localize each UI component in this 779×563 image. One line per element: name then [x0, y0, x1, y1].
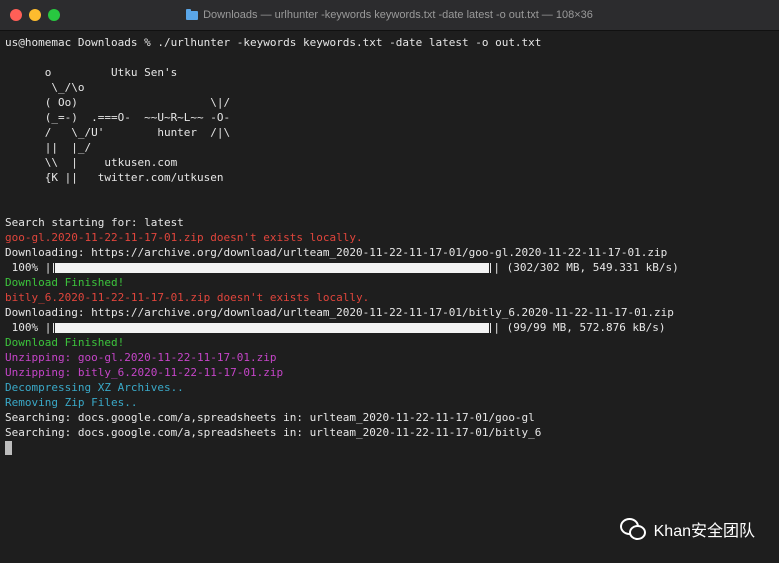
decompressing-line: Decompressing XZ Archives.. — [5, 381, 184, 394]
wechat-bubble-small — [628, 525, 646, 540]
progress-row: 100% | | (99/99 MB, 572.876 kB/s) — [5, 320, 779, 335]
progress-bar — [53, 262, 492, 273]
unzipping-line: Unzipping: bitly_6.2020-11-22-11-17-01.z… — [5, 366, 284, 379]
terminal-output[interactable]: us@homemac Downloads % ./urlhunter -keyw… — [0, 31, 779, 563]
download-finished-line: Download Finished! — [5, 336, 125, 349]
terminal-cursor — [5, 441, 12, 455]
close-button[interactable] — [10, 9, 22, 21]
searching-line: Searching: docs.google.com/a,spreadsheet… — [5, 426, 542, 439]
missing-file-line: goo-gl.2020-11-22-11-17-01.zip doesn't e… — [5, 231, 363, 244]
wechat-icon — [619, 518, 646, 540]
downloading-line: Downloading: https://archive.org/downloa… — [5, 306, 674, 319]
ascii-art-banner: o Utku Sen's \_/\o ( Oo) \|/ (_=-) .===O… — [44, 66, 231, 184]
window-title: Downloads — urlhunter -keywords keywords… — [203, 9, 593, 21]
search-start-line: Search starting for: latest — [5, 216, 184, 229]
minimize-button[interactable] — [29, 9, 41, 21]
progress-row: 100% | | (302/302 MB, 549.331 kB/s) — [5, 260, 779, 275]
progress-stats: | (99/99 MB, 572.876 kB/s) — [493, 321, 666, 334]
zoom-button[interactable] — [48, 9, 60, 21]
watermark-text: Khan安全团队 — [653, 523, 755, 540]
progress-fill — [55, 322, 490, 333]
terminal-window: Downloads — urlhunter -keywords keywords… — [0, 0, 779, 563]
missing-file-line: bitly_6.2020-11-22-11-17-01.zip doesn't … — [5, 291, 370, 304]
progress-stats: | (302/302 MB, 549.331 kB/s) — [493, 261, 679, 274]
progress-bar — [53, 322, 492, 333]
progress-fill — [55, 262, 490, 273]
progress-percent: 100% | — [5, 261, 52, 274]
removing-zip-line: Removing Zip Files.. — [5, 396, 138, 409]
title-bar[interactable]: Downloads — urlhunter -keywords keywords… — [0, 0, 779, 31]
searching-line: Searching: docs.google.com/a,spreadsheet… — [5, 411, 535, 424]
watermark: Khan安全团队 — [619, 517, 755, 541]
progress-percent: 100% | — [5, 321, 52, 334]
downloading-line: Downloading: https://archive.org/downloa… — [5, 246, 668, 259]
folder-icon — [186, 8, 199, 20]
download-finished-line: Download Finished! — [5, 276, 125, 289]
window-title-group: Downloads — urlhunter -keywords keywords… — [0, 0, 779, 30]
unzipping-line: Unzipping: goo-gl.2020-11-22-11-17-01.zi… — [5, 351, 277, 364]
command-prompt-line: us@homemac Downloads % ./urlhunter -keyw… — [5, 36, 542, 49]
window-controls — [10, 9, 60, 21]
